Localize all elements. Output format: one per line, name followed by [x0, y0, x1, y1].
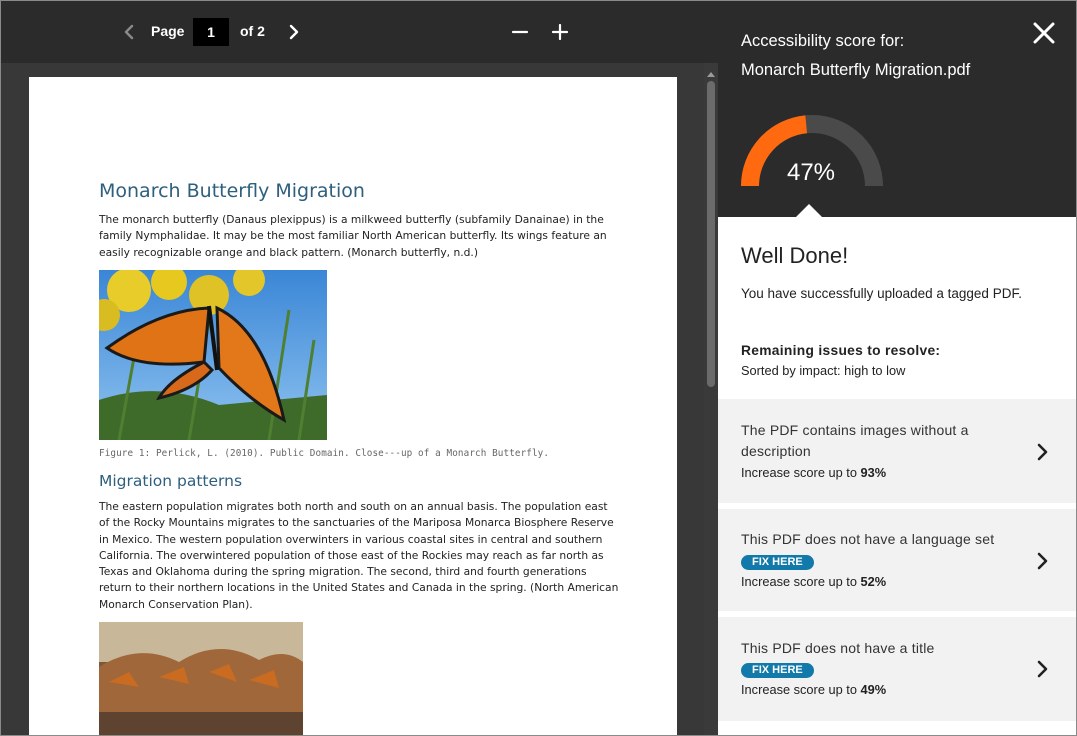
issue-score-value: 93%: [860, 465, 887, 480]
butterfly-cluster-image: [99, 622, 303, 735]
pdf-page: Monarch Butterfly Migration The monarch …: [29, 77, 677, 735]
triangle-up-icon: [707, 72, 715, 77]
file-name: Monarch Butterfly Migration.pdf: [741, 61, 971, 79]
monarch-cluster-photo: [99, 622, 303, 735]
issue-title: This PDF does not have a language set: [741, 531, 995, 547]
viewer-toolbar: Page of 2: [1, 1, 718, 63]
sort-order-label: Sorted by impact: high to low: [741, 363, 906, 378]
page-number-input[interactable]: [193, 18, 229, 46]
score-label: Accessibility score for:: [741, 32, 905, 50]
result-heading: Well Done!: [741, 243, 849, 268]
minus-icon: [511, 30, 529, 34]
issue-item-image-descriptions[interactable]: The PDF contains images without a descri…: [718, 399, 1076, 503]
plus-icon: [551, 23, 569, 41]
issue-item-language[interactable]: This PDF does not have a language set FI…: [718, 509, 1076, 611]
chevron-right-icon: [1037, 443, 1048, 461]
result-message: You have successfully uploaded a tagged …: [741, 286, 1022, 301]
issue-score: Increase score up to 93%: [741, 465, 886, 480]
chevron-right-icon: [289, 24, 299, 40]
next-page-button[interactable]: [284, 21, 304, 43]
issue-score: Increase score up to 52%: [741, 574, 886, 589]
issue-score-value: 52%: [860, 574, 887, 589]
chevron-left-icon: [124, 24, 134, 40]
issue-item-title[interactable]: This PDF does not have a title FIX HERE …: [718, 617, 1076, 721]
page-label: Page: [151, 23, 185, 39]
figure-caption: Figure 1: Perlick, L. (2010). Public Dom…: [99, 448, 550, 459]
score-percentage: 47%: [786, 159, 836, 186]
accessibility-panel: Accessibility score for: Monarch Butterf…: [718, 1, 1076, 735]
issue-score-prefix: Increase score up to: [741, 465, 857, 480]
document-paragraph: The eastern population migrates both nor…: [99, 500, 619, 611]
issue-title: This PDF does not have a title: [741, 640, 935, 656]
app-frame: Page of 2 Monarch Butterfly Migrati: [0, 0, 1077, 736]
fix-here-badge[interactable]: FIX HERE: [741, 663, 814, 678]
remaining-issues-label: Remaining issues to resolve:: [741, 343, 941, 358]
previous-page-button[interactable]: [119, 21, 139, 43]
panel-header: Accessibility score for: Monarch Butterf…: [718, 1, 1076, 218]
scrollbar-thumb[interactable]: [707, 81, 715, 387]
fix-here-badge[interactable]: FIX HERE: [741, 555, 814, 570]
chevron-right-icon: [1037, 660, 1048, 678]
document-paragraph: The monarch butterfly (Danaus plexippus)…: [99, 213, 607, 259]
header-pointer: [795, 204, 823, 218]
scroll-up-arrow[interactable]: [706, 66, 716, 77]
zoom-out-button[interactable]: [510, 21, 530, 43]
issue-score-value: 49%: [860, 682, 887, 697]
page-count-label: of 2: [240, 23, 265, 39]
issue-score: Increase score up to 49%: [741, 682, 886, 697]
issue-title: The PDF contains images without a descri…: [741, 422, 969, 459]
close-button[interactable]: [1032, 21, 1056, 45]
section-heading: Migration patterns: [99, 472, 243, 490]
zoom-in-button[interactable]: [550, 21, 570, 43]
butterfly-image: [99, 270, 327, 440]
pdf-viewer: Page of 2 Monarch Butterfly Migrati: [1, 1, 718, 735]
close-icon: [1033, 22, 1055, 44]
document-title: Monarch Butterfly Migration: [99, 180, 365, 202]
issue-score-prefix: Increase score up to: [741, 682, 857, 697]
issue-score-prefix: Increase score up to: [741, 574, 857, 589]
chevron-right-icon: [1037, 552, 1048, 570]
monarch-butterfly-photo: [99, 270, 327, 440]
